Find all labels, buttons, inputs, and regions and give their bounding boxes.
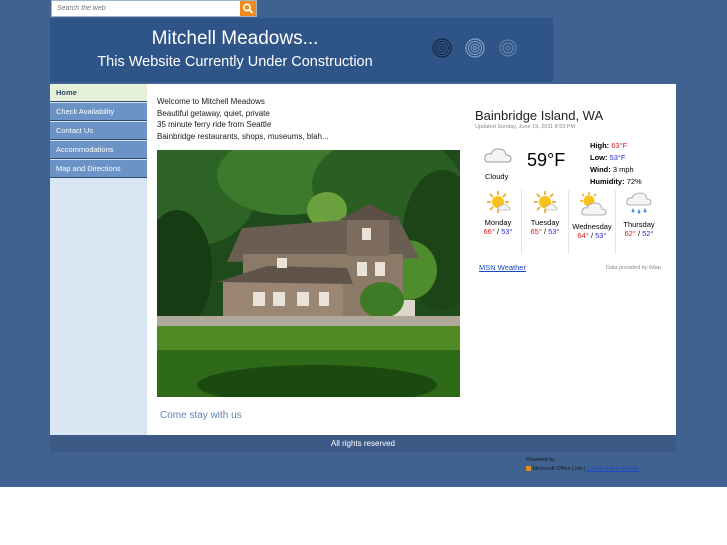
decorative-circles-icon	[432, 38, 517, 58]
forecast-high: 65°	[530, 227, 542, 236]
intro-line: Beautiful getaway, quiet, private	[157, 108, 270, 118]
site-footer: All rights reserved	[50, 435, 676, 452]
forecast-low: 53°	[595, 231, 607, 240]
high-value: 63°F	[611, 141, 628, 150]
nav-item-check-availability[interactable]: Check Availability	[50, 103, 147, 121]
weather-city: Bainbridge Island, WA	[475, 108, 604, 123]
forecast-day-name: Thursday	[623, 220, 655, 229]
intro-text: Welcome to Mitchell Meadows Beautiful ge…	[157, 96, 329, 142]
forecast-day: Monday 66° / 53°	[475, 190, 522, 254]
search-icon	[242, 3, 254, 14]
forecast-row: Monday 66° / 53° Tuesday 65° / 53° Wedne…	[475, 190, 661, 254]
forecast-day: Wednesday 64° / 53°	[569, 190, 616, 254]
main-content: Welcome to Mitchell Meadows Beautiful ge…	[147, 84, 676, 435]
rain-icon	[626, 192, 652, 214]
forecast-low: 53°	[501, 227, 513, 236]
weather-updated: Updated Sunday, June 19, 2011 8:53 PM	[475, 124, 576, 130]
forecast-high: 62°	[624, 229, 636, 238]
powered-by-separator: |	[583, 466, 586, 472]
site-banner: Mitchell Meadows... This Website Current…	[50, 18, 553, 82]
msn-weather-link[interactable]: MSN Weather	[479, 263, 526, 272]
partly-cloudy-icon	[580, 192, 607, 216]
intro-line: 35 minute ferry ride from Seattle	[157, 120, 272, 129]
house-photo	[157, 150, 460, 397]
create-website-link[interactable]: Create a free website	[587, 466, 639, 472]
weather-footer: MSN Weather Data provided by iMap	[479, 263, 661, 272]
forecast-low: 53°	[548, 227, 560, 236]
search-button[interactable]	[240, 1, 256, 16]
forecast-low: 52°	[642, 229, 654, 238]
intro-line: Bainbridge restaurants, shops, museums, …	[157, 131, 329, 141]
weather-details: High: 63°F Low: 53°F Wind: 3 mph Humidit…	[590, 140, 642, 188]
sunny-icon	[534, 191, 558, 213]
site-subtitle: This Website Currently Under Constructio…	[97, 54, 373, 70]
powered-by-product: Microsoft Office Live	[532, 466, 583, 472]
humidity-label: Humidity:	[590, 177, 625, 186]
forecast-day: Tuesday 65° / 53°	[522, 190, 569, 254]
high-label: High:	[590, 141, 610, 150]
site-title: Mitchell Meadows...	[151, 28, 319, 49]
weather-widget: Bainbridge Island, WA Updated Sunday, Ju…	[475, 108, 665, 272]
nav-item-map-and-directions[interactable]: Map and Directions	[50, 160, 147, 178]
search-box	[51, 0, 257, 17]
forecast-day-name: Monday	[484, 218, 512, 227]
weather-temperature: 59°F	[527, 150, 566, 170]
sidebar-nav: Home Check Availability Contact Us Accom…	[50, 84, 147, 435]
powered-by: Powered by Microsoft Office Live | Creat…	[526, 456, 639, 474]
nav-item-accommodations[interactable]: Accommodations	[50, 141, 147, 159]
wind-value: 3 mph	[612, 165, 634, 174]
forecast-day-name: Tuesday	[530, 218, 560, 227]
powered-by-label: Powered by	[526, 457, 556, 463]
sunny-icon	[487, 191, 511, 213]
wind-label: Wind:	[590, 165, 611, 174]
cloudy-icon	[484, 148, 512, 163]
weather-provider: Data provided by iMap	[605, 265, 661, 271]
low-value: 53°F	[609, 153, 626, 162]
forecast-high: 64°	[577, 231, 589, 240]
nav-item-home[interactable]: Home	[50, 84, 147, 102]
low-label: Low:	[590, 153, 608, 162]
stay-text: Come stay with us	[160, 410, 242, 421]
humidity-value: 72%	[626, 177, 642, 186]
weather-condition: Cloudy	[485, 172, 509, 181]
office-live-logo-icon	[526, 466, 531, 472]
forecast-day: Thursday 62° / 52°	[616, 190, 662, 254]
search-input[interactable]	[52, 1, 240, 16]
forecast-day-name: Wednesday	[572, 222, 612, 231]
forecast-high: 66°	[483, 227, 495, 236]
intro-line: Welcome to Mitchell Meadows	[157, 97, 265, 106]
nav-item-contact-us[interactable]: Contact Us	[50, 122, 147, 140]
